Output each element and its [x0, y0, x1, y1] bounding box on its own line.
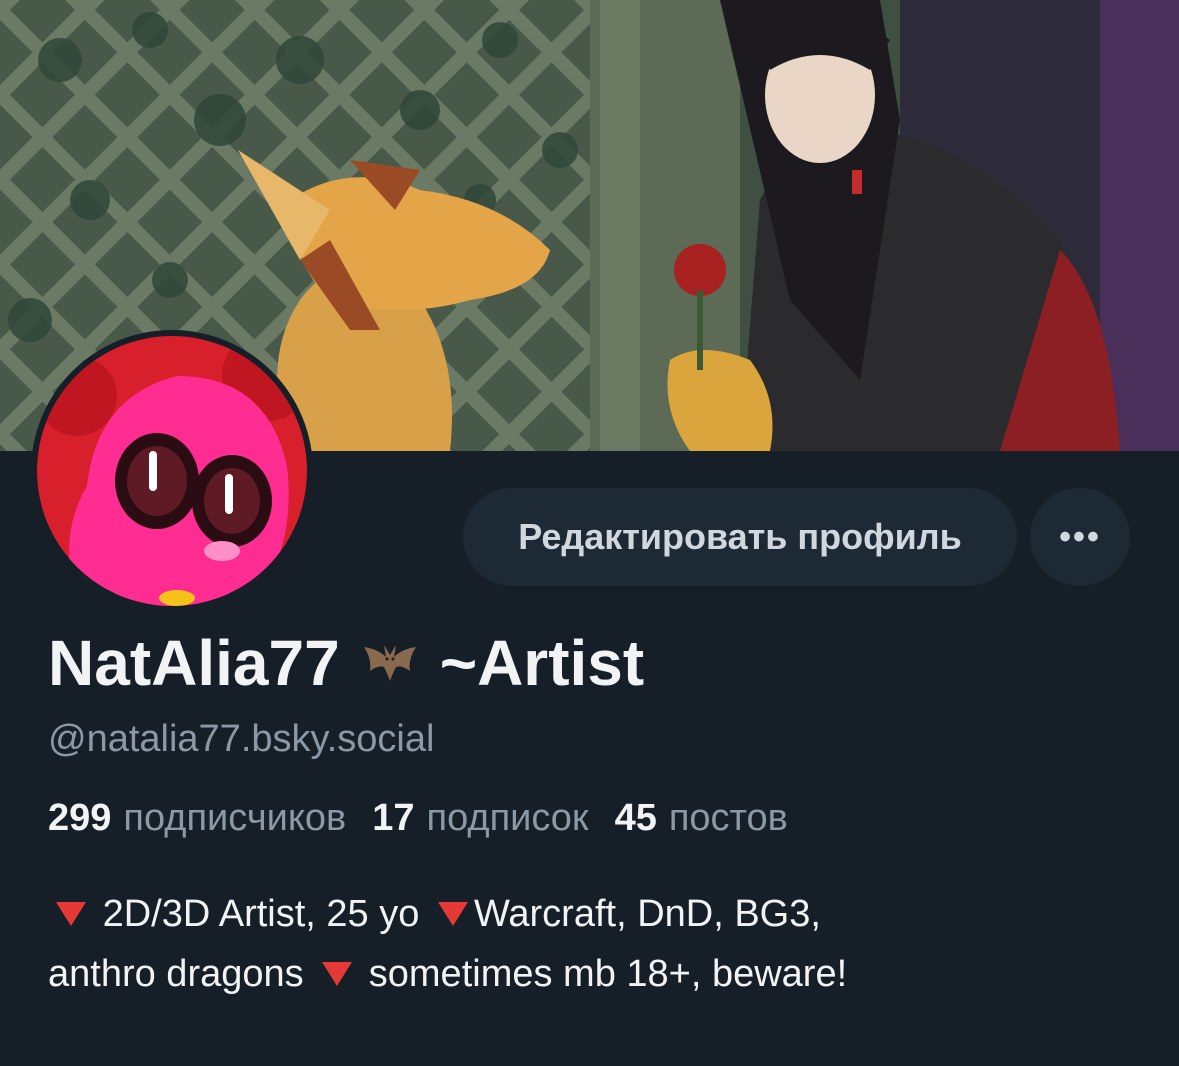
- red-triangle-down-icon: [437, 901, 468, 926]
- red-triangle-down-icon: [322, 961, 353, 986]
- following-stat[interactable]: 17 подписок: [372, 797, 588, 840]
- bat-icon: [363, 645, 416, 681]
- profile-handle: @natalia77.bsky.social: [48, 718, 435, 760]
- bio-segment: 2D/3D Artist, 25 yo: [102, 893, 420, 935]
- profile-bio: 2D/3D Artist, 25 yo Warcraft, DnD, BG3, …: [48, 884, 1148, 1004]
- followers-label: подписчиков: [123, 797, 347, 839]
- display-name: NatAlia77 ~Artist: [48, 626, 644, 700]
- more-options-button[interactable]: •••: [1030, 488, 1130, 586]
- display-name-text: NatAlia77: [48, 627, 340, 699]
- profile-stats: 299 подписчиков 17 подписок 45 постов: [48, 797, 788, 840]
- followers-count: 299: [48, 797, 112, 839]
- bio-segment: sometimes mb 18+, beware!: [368, 953, 848, 995]
- followers-stat[interactable]: 299 подписчиков: [48, 797, 346, 840]
- red-triangle-down-icon: [56, 901, 86, 926]
- more-options-icon: •••: [1059, 517, 1101, 556]
- avatar[interactable]: [31, 330, 313, 612]
- bio-segment: Warcraft, DnD, BG3,: [473, 893, 821, 935]
- following-count: 17: [372, 797, 415, 839]
- bio-segment: anthro dragons: [48, 953, 304, 995]
- posts-label: постов: [668, 797, 788, 839]
- display-name-suffix: ~Artist: [439, 627, 645, 699]
- following-label: подписок: [426, 797, 589, 839]
- avatar-image: [37, 336, 307, 606]
- profile-page: Редактировать профиль ••• NatAlia77 ~Art…: [0, 0, 1179, 1066]
- edit-profile-button[interactable]: Редактировать профиль: [463, 488, 1017, 586]
- posts-count: 45: [614, 797, 657, 839]
- posts-stat: 45 постов: [615, 797, 788, 840]
